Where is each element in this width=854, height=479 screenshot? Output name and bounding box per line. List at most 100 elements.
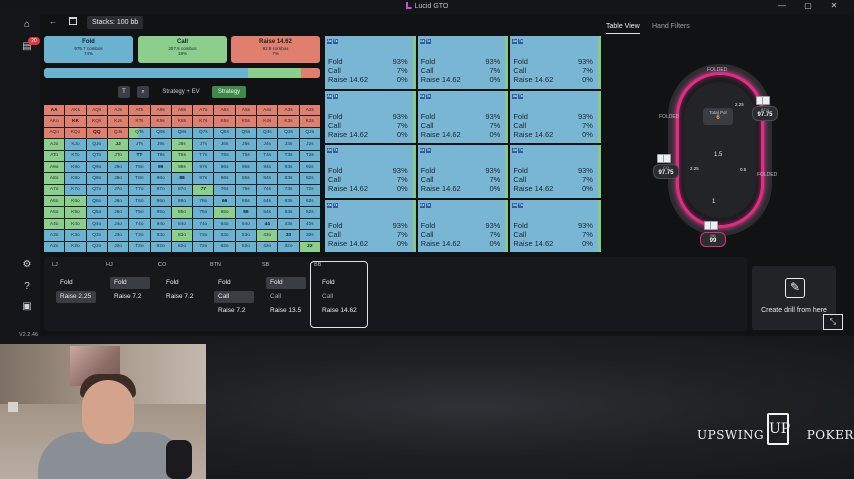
back-arrow-icon[interactable]: ← bbox=[49, 17, 57, 26]
matrix-cell[interactable]: T7s bbox=[193, 150, 214, 161]
feedback-icon[interactable]: ▣ bbox=[18, 300, 36, 314]
matrix-cell[interactable]: AKo bbox=[44, 116, 65, 127]
seat-bb-hero[interactable]: BB 99 bbox=[700, 232, 726, 247]
matrix-cell[interactable]: 73o bbox=[193, 230, 214, 241]
matrix-cell[interactable]: KQs bbox=[86, 116, 107, 127]
matrix-cell[interactable]: J8o bbox=[107, 173, 129, 184]
matrix-cell[interactable]: 33 bbox=[278, 230, 299, 241]
matrix-cell[interactable]: 87s bbox=[193, 173, 214, 184]
history-action-lj-raise-2-25[interactable]: Raise 2.25 bbox=[56, 291, 96, 303]
matrix-cell[interactable]: 86s bbox=[214, 173, 235, 184]
matrix-cell[interactable]: K8s bbox=[171, 116, 193, 127]
matrix-cell[interactable]: A4s bbox=[257, 105, 278, 116]
matrix-cell[interactable]: T3o bbox=[129, 230, 150, 241]
matrix-cell[interactable]: 65s bbox=[235, 196, 257, 207]
matrix-cell[interactable]: Q9o bbox=[86, 161, 107, 173]
matrix-cell[interactable]: T9o bbox=[129, 161, 150, 173]
matrix-cell[interactable]: K2s bbox=[299, 116, 320, 127]
matrix-cell[interactable]: A5s bbox=[235, 105, 257, 116]
matrix-cell[interactable]: 93o bbox=[150, 230, 171, 241]
matrix-cell[interactable]: T6s bbox=[214, 150, 235, 161]
matrix-cell[interactable]: Q3s bbox=[278, 127, 299, 139]
matrix-cell[interactable]: Q4o bbox=[86, 218, 107, 230]
matrix-cell[interactable]: 75s bbox=[235, 184, 257, 196]
matrix-cell[interactable]: A2s bbox=[299, 105, 320, 116]
matrix-cell[interactable]: A7o bbox=[44, 184, 65, 196]
matrix-cell[interactable]: 44 bbox=[257, 218, 278, 230]
matrix-cell[interactable]: QJo bbox=[86, 139, 107, 150]
home-icon[interactable]: ⌂ bbox=[18, 18, 36, 32]
seat-btn[interactable]: BTN 97.75 bbox=[752, 106, 778, 121]
hand-combo-cell[interactable]: A♠ T♠ Fold 93% Call 7% Raise 14.62 0% bbox=[417, 36, 509, 89]
matrix-cell[interactable]: T2o bbox=[129, 241, 150, 252]
matrix-cell[interactable]: QTs bbox=[129, 127, 150, 139]
history-action-btn-call[interactable]: Call bbox=[214, 291, 254, 303]
matrix-cell[interactable]: JTs bbox=[129, 139, 150, 150]
matrix-cell[interactable]: J5s bbox=[235, 139, 257, 150]
matrix-cell[interactable]: 96o bbox=[150, 196, 171, 207]
history-action-btn-raise-7-2[interactable]: Raise 7.2 bbox=[214, 305, 254, 317]
matrix-cell[interactable]: A9o bbox=[44, 161, 65, 173]
matrix-cell[interactable]: T4s bbox=[257, 150, 278, 161]
matrix-cell[interactable]: KJo bbox=[65, 139, 86, 150]
matrix-cell[interactable]: 64o bbox=[214, 218, 235, 230]
matrix-cell[interactable]: K7o bbox=[65, 184, 86, 196]
matrix-cell[interactable]: 76s bbox=[214, 184, 235, 196]
action-call-summary[interactable]: Call 257.5 combos 19% bbox=[138, 36, 227, 63]
matrix-cell[interactable]: Q6s bbox=[214, 127, 235, 139]
matrix-cell[interactable]: 85o bbox=[171, 207, 193, 218]
matrix-cell[interactable]: KK bbox=[65, 116, 86, 127]
matrix-cell[interactable]: KTo bbox=[65, 150, 86, 161]
matrix-cell[interactable]: 54o bbox=[235, 218, 257, 230]
help-icon[interactable]: ? bbox=[18, 280, 36, 294]
stacks-selector[interactable]: Stacks: 100 bb bbox=[87, 16, 144, 29]
matrix-cell[interactable]: 97s bbox=[193, 161, 214, 173]
matrix-cell[interactable]: K9s bbox=[150, 116, 171, 127]
matrix-cell[interactable]: 66 bbox=[214, 196, 235, 207]
matrix-cell[interactable]: 94s bbox=[257, 161, 278, 173]
calendar-icon[interactable] bbox=[69, 17, 77, 25]
matrix-cell[interactable]: K4o bbox=[65, 218, 86, 230]
matrix-cell[interactable]: TT bbox=[129, 150, 150, 161]
matrix-cell[interactable]: Q8s bbox=[171, 127, 193, 139]
matrix-cell[interactable]: K4s bbox=[257, 116, 278, 127]
matrix-cell[interactable]: 98o bbox=[150, 173, 171, 184]
matrix-cell[interactable]: 87o bbox=[171, 184, 193, 196]
matrix-cell[interactable]: AKs bbox=[65, 105, 86, 116]
matrix-cell[interactable]: Q3o bbox=[86, 230, 107, 241]
matrix-cell[interactable]: J4s bbox=[257, 139, 278, 150]
matrix-cell[interactable]: 92o bbox=[150, 241, 171, 252]
history-action-sb-call[interactable]: Call bbox=[266, 291, 306, 303]
matrix-cell[interactable]: T2s bbox=[299, 150, 320, 161]
matrix-cell[interactable]: T4o bbox=[129, 218, 150, 230]
matrix-cell[interactable]: 62s bbox=[299, 196, 320, 207]
matrix-cell[interactable]: 63s bbox=[278, 196, 299, 207]
matrix-cell[interactable]: 53s bbox=[278, 207, 299, 218]
matrix-cell[interactable]: AA bbox=[44, 105, 65, 116]
hand-combo-cell[interactable]: A♠ T♠ Fold 93% Call 7% Raise 14.62 0% bbox=[510, 199, 601, 252]
history-action-hj-fold[interactable]: Fold bbox=[110, 277, 150, 289]
matrix-cell[interactable]: 54s bbox=[257, 207, 278, 218]
matrix-cell[interactable]: T7o bbox=[129, 184, 150, 196]
hand-combo-cell[interactable]: A♠ T♠ Fold 93% Call 7% Raise 14.62 0% bbox=[510, 145, 601, 198]
matrix-cell[interactable]: Q2s bbox=[299, 127, 320, 139]
matrix-cell[interactable]: K5s bbox=[235, 116, 257, 127]
close-button[interactable]: ✕ bbox=[824, 0, 844, 13]
matrix-cell[interactable]: ATs bbox=[129, 105, 150, 116]
mode-strategy-ev-button[interactable]: Strategy + EV bbox=[158, 86, 204, 98]
matrix-cell[interactable]: 96s bbox=[214, 161, 235, 173]
matrix-cell[interactable]: 75o bbox=[193, 207, 214, 218]
matrix-cell[interactable]: 98s bbox=[171, 161, 193, 173]
matrix-cell[interactable]: JJ bbox=[107, 139, 129, 150]
matrix-cell[interactable]: J7s bbox=[193, 139, 214, 150]
matrix-cell[interactable]: 95s bbox=[235, 161, 257, 173]
matrix-cell[interactable]: 85s bbox=[235, 173, 257, 184]
maximize-button[interactable]: ▢ bbox=[798, 0, 818, 13]
matrix-cell[interactable]: 97o bbox=[150, 184, 171, 196]
matrix-cell[interactable]: 99 bbox=[150, 161, 171, 173]
search-icon[interactable]: ⌕ bbox=[137, 86, 149, 98]
matrix-cell[interactable]: 43s bbox=[278, 218, 299, 230]
matrix-cell[interactable]: 65o bbox=[214, 207, 235, 218]
matrix-cell[interactable]: K6o bbox=[65, 196, 86, 207]
matrix-cell[interactable]: T6o bbox=[129, 196, 150, 207]
